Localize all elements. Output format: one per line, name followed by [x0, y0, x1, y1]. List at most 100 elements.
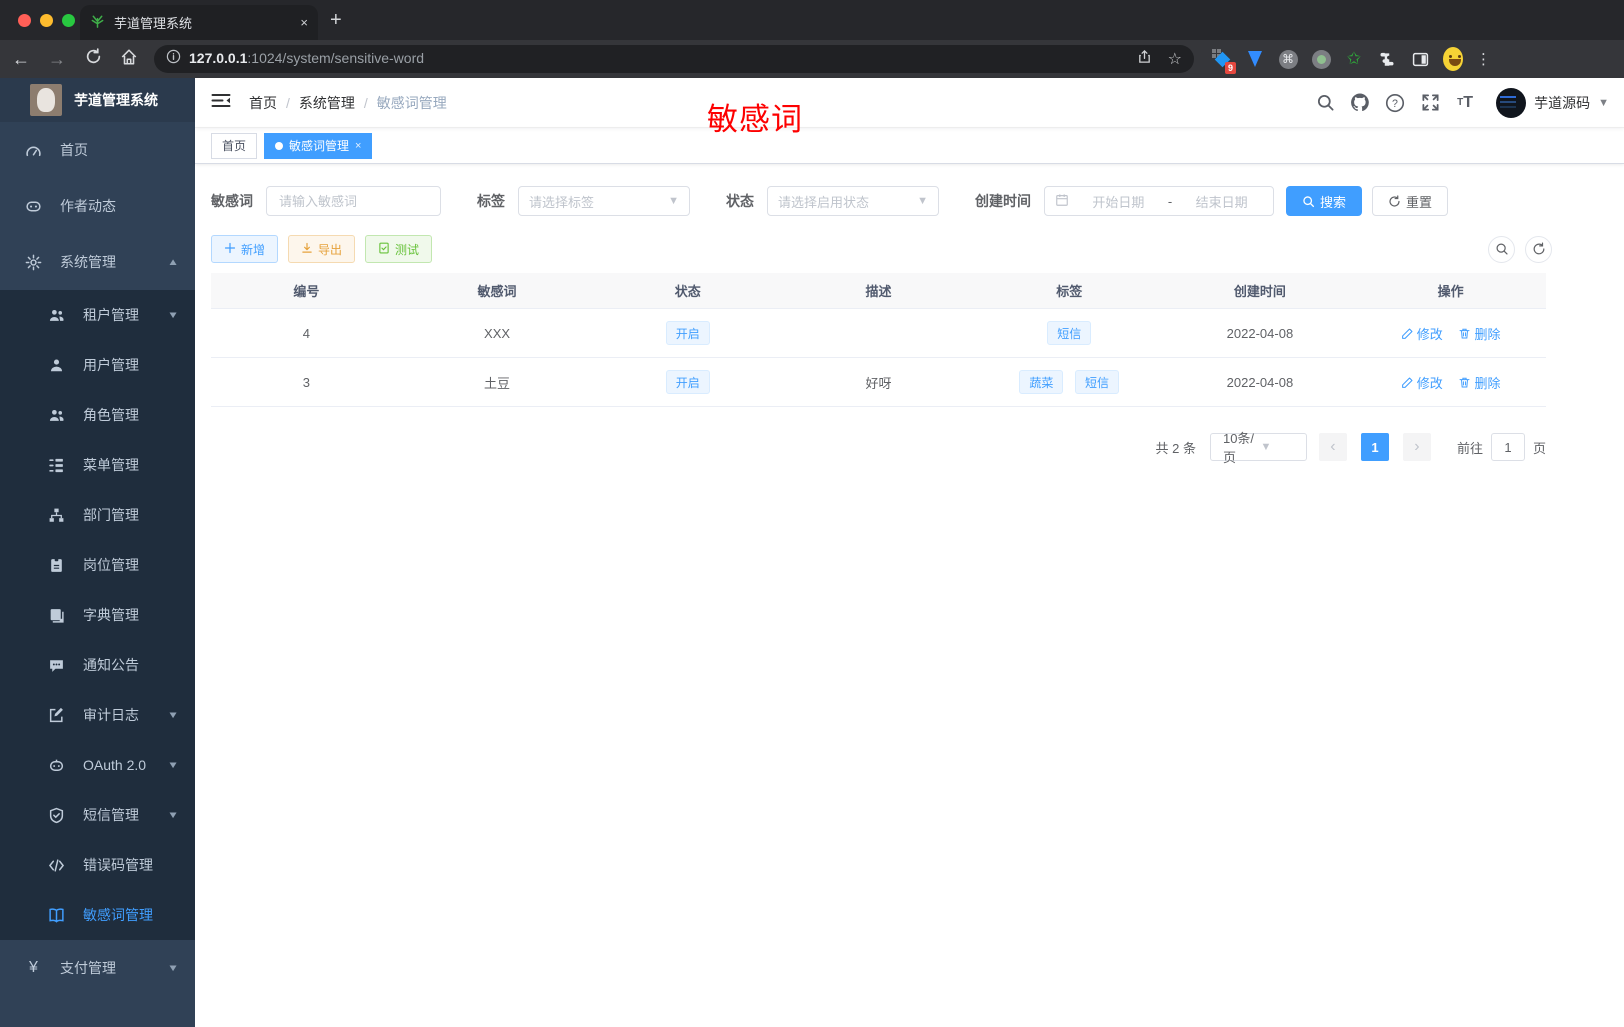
font-size-icon[interactable]: TT — [1455, 93, 1475, 113]
help-icon[interactable]: ? — [1385, 93, 1405, 113]
sms-shield-icon — [48, 807, 65, 824]
breadcrumb-system[interactable]: 系统管理 — [299, 93, 355, 113]
sidebar-item-announcement[interactable]: 通知公告 — [0, 640, 195, 690]
extension-star-icon[interactable]: ✩ — [1344, 49, 1364, 69]
plus-icon — [224, 242, 236, 257]
chevron-down-icon: ▼ — [167, 709, 179, 721]
share-icon[interactable] — [1137, 49, 1152, 69]
browser-toolbar: ← → 127.0.0.1:1024/system/sensitive-word… — [0, 40, 1624, 78]
tag-tab-home[interactable]: 首页 — [211, 132, 258, 159]
reset-button[interactable]: 重置 — [1372, 186, 1449, 216]
delete-link[interactable]: 删除 — [1458, 373, 1500, 392]
site-info-icon[interactable] — [166, 49, 181, 69]
sidebar-item-user[interactable]: 用户管理 — [0, 340, 195, 390]
extension-grid-icon[interactable]: 9 — [1212, 49, 1236, 74]
edit-link[interactable]: 修改 — [1401, 373, 1443, 392]
url-path: :1024/system/sensitive-word — [247, 50, 425, 66]
sidebar-item-sms[interactable]: 短信管理 ▼ — [0, 790, 195, 840]
reload-icon[interactable] — [82, 48, 104, 70]
github-icon[interactable] — [1350, 93, 1370, 113]
page-size-select[interactable]: 10条/页 ▼ — [1209, 431, 1307, 465]
sidebar-item-dictionary[interactable]: 字典管理 — [0, 590, 195, 640]
tag-badge: 蔬菜 — [1019, 370, 1064, 394]
export-button[interactable]: 导出 — [288, 235, 356, 263]
window-controls[interactable] — [18, 14, 75, 27]
minimize-window-button[interactable] — [40, 14, 53, 27]
sidebar-item-home[interactable]: 首页 — [0, 122, 195, 178]
cell-description: 好呀 — [865, 375, 892, 391]
start-date-placeholder[interactable]: 开始日期 — [1077, 192, 1160, 211]
sidebar-item-audit-log[interactable]: 审计日志 ▼ — [0, 690, 195, 740]
sidebar-item-system[interactable]: 系统管理 ▲ — [0, 234, 195, 290]
sidebar-item-department[interactable]: 部门管理 — [0, 490, 195, 540]
sidebar-item-menu[interactable]: 菜单管理 — [0, 440, 195, 490]
bookmark-star-icon[interactable]: ☆ — [1168, 49, 1182, 69]
new-tab-button[interactable]: + — [330, 8, 342, 32]
tab-close-icon[interactable]: × — [300, 15, 308, 30]
sidebar-item-error-code[interactable]: 错误码管理 — [0, 840, 195, 890]
home-icon[interactable] — [118, 48, 140, 71]
sidebar-item-payment[interactable]: ¥ 支付管理 ▼ — [0, 940, 195, 996]
sidebar-item-sensitive-word[interactable]: 敏感词管理 — [0, 890, 195, 940]
extension-record-icon[interactable] — [1311, 49, 1331, 69]
next-page-button[interactable]: › — [1402, 433, 1431, 461]
browser-menu-icon[interactable]: ⋮ — [1476, 50, 1491, 68]
edit-link[interactable]: 修改 — [1401, 324, 1443, 343]
dictionary-icon — [48, 607, 65, 624]
chevron-down-icon: ▼ — [167, 759, 179, 771]
sidebar-logo[interactable]: 芋道管理系统 — [0, 78, 195, 122]
forward-icon[interactable]: → — [46, 49, 68, 70]
tag-tab-sensitive-word[interactable]: 敏感词管理 × — [264, 132, 373, 159]
audit-log-icon — [48, 707, 65, 724]
test-button[interactable]: 测试 — [365, 235, 433, 263]
refresh-table-icon-button[interactable] — [1525, 235, 1552, 263]
main-area: 敏感词 首页 / 系统管理 / 敏感词管理 ? T T 芋道源码 ▼ 首页 敏感… — [195, 78, 1624, 1027]
breadcrumb-current: 敏感词管理 — [376, 94, 447, 111]
prev-page-button[interactable]: ‹ — [1318, 433, 1347, 461]
tab-close-icon[interactable]: × — [355, 140, 361, 152]
navbar-actions: ? TT 芋道源码 ▼ — [1315, 87, 1609, 118]
add-button[interactable]: 新增 — [211, 235, 279, 263]
menu-tree-icon — [48, 457, 65, 474]
status-filter-select[interactable]: 请选择启用状态 ▼ — [767, 186, 939, 216]
profile-avatar-icon[interactable] — [1443, 47, 1463, 71]
table-row: 3 土豆 开启 好呀 蔬菜 短信 2022-04-08 修改 删除 — [211, 358, 1546, 407]
close-window-button[interactable] — [18, 14, 31, 27]
announcement-icon — [48, 657, 65, 674]
chevron-up-icon: ▲ — [167, 256, 179, 268]
sidebar-item-oauth[interactable]: OAuth 2.0 ▼ — [0, 740, 195, 790]
zoom-window-button[interactable] — [62, 14, 75, 27]
tag-filter-select[interactable]: 请选择标签 ▼ — [518, 186, 690, 216]
breadcrumb-home[interactable]: 首页 — [249, 93, 277, 113]
fullscreen-icon[interactable] — [1420, 93, 1440, 113]
word-filter-input[interactable] — [266, 186, 441, 216]
goto-page-input[interactable] — [1490, 433, 1525, 461]
extension-kite-icon[interactable] — [1245, 49, 1265, 69]
user-name: 芋道源码 — [1534, 94, 1591, 111]
app-title: 芋道管理系统 — [74, 92, 158, 108]
url-bar[interactable]: 127.0.0.1:1024/system/sensitive-word ☆ — [154, 45, 1194, 73]
sidebar-item-role[interactable]: 角色管理 — [0, 390, 195, 440]
sidebar-toggle-icon[interactable] — [1410, 49, 1430, 69]
date-range-picker[interactable]: 开始日期 - 结束日期 — [1044, 186, 1274, 216]
collapse-sidebar-icon[interactable] — [211, 92, 233, 114]
sidebar-item-post[interactable]: 岗位管理 — [0, 540, 195, 590]
oauth-icon — [48, 757, 65, 774]
browser-tab[interactable]: 芋道管理系统 × — [80, 5, 318, 40]
current-page-button[interactable]: 1 — [1360, 433, 1389, 461]
url-host: 127.0.0.1 — [189, 50, 248, 66]
search-button[interactable]: 搜索 — [1286, 186, 1363, 216]
back-icon[interactable]: ← — [10, 49, 32, 70]
end-date-placeholder[interactable]: 结束日期 — [1180, 192, 1263, 211]
puzzle-extensions-icon[interactable] — [1377, 49, 1397, 69]
sidebar-item-author-news[interactable]: 作者动态 — [0, 178, 195, 234]
delete-link[interactable]: 删除 — [1458, 324, 1500, 343]
user-chip[interactable]: 芋道源码 ▼ — [1496, 87, 1609, 118]
table-row: 4 XXX 开启 短信 2022-04-08 修改 删除 — [211, 309, 1546, 358]
show-search-icon-button[interactable] — [1488, 235, 1515, 263]
extension-command-icon[interactable]: ⌘ — [1278, 49, 1298, 69]
search-icon[interactable] — [1315, 93, 1335, 113]
author-chat-icon — [25, 198, 42, 215]
sidebar-item-tenant[interactable]: 租户管理 ▼ — [0, 290, 195, 340]
top-navbar: 首页 / 系统管理 / 敏感词管理 ? TT 芋道源码 ▼ — [195, 78, 1624, 128]
